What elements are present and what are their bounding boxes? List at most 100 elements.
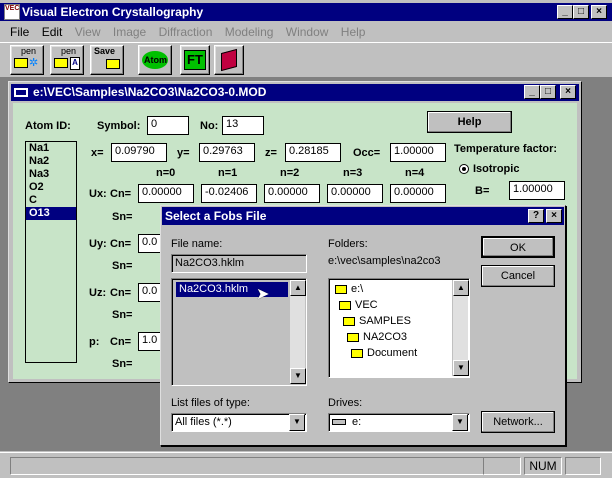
folder-tree-scrollbar[interactable]: ▲ ▼ [452,280,469,376]
no-field[interactable]: 13 [222,116,264,135]
symbol-field[interactable]: 0 [147,116,189,135]
mouse-cursor-icon: ➤ [256,286,270,303]
menu-diffraction[interactable]: Diffraction [159,25,213,39]
atom-list[interactable]: Na1 Na2 Na3 O2 C O13 [25,141,77,363]
model-close-button[interactable]: × [560,85,576,99]
list-item[interactable]: Na1 [26,142,76,155]
uz-cn-label: Cn= [110,287,132,299]
p-sn-label: Sn= [112,358,133,370]
y-field[interactable]: 0.29763 [199,143,255,162]
ux-cn0-field[interactable]: 0.00000 [138,184,194,203]
folder-tree[interactable]: e:\ VEC SAMPLES NA2CO3 Document ▲ ▼ [328,278,470,378]
n2-header: n=2 [280,167,300,179]
scroll-down-arrow-icon[interactable]: ▼ [453,360,469,376]
folder-item[interactable]: e:\ [335,283,363,295]
uy-cn-label: Cn= [110,238,132,250]
help-button[interactable]: Help [427,111,512,133]
list-item[interactable]: Na2 [26,155,76,168]
toolbar: pen ✲ pen A Save Atom FT [0,42,612,76]
list-item[interactable]: Na3 [26,168,76,181]
app-icon[interactable]: VEC [4,4,20,20]
ux-cn-label: Cn= [110,188,132,200]
cancel-button[interactable]: Cancel [481,265,555,287]
menu-modeling[interactable]: Modeling [225,25,274,39]
select-fobs-dialog: Select a Fobs File ? × File name: Na2CO3… [160,205,566,446]
list-item[interactable]: O2 [26,181,76,194]
cancel-button-label: Cancel [500,270,536,282]
model-window-title: e:\VEC\Samples\Na2CO3\Na2CO3-0.MOD [33,85,267,99]
folder-item[interactable]: VEC [339,299,378,311]
file-list[interactable]: Na2CO3.hklm ➤ ▲ ▼ [171,278,307,386]
app-title: Visual Electron Crystallography [22,5,204,19]
isotropic-radio[interactable] [459,164,469,174]
scroll-up-arrow-icon[interactable]: ▲ [453,280,469,296]
folder-item-label: e:\ [351,283,364,295]
chevron-down-icon[interactable]: ▼ [289,414,305,431]
file-type-select[interactable]: All files (*.*) ▼ [171,413,307,432]
menu-help[interactable]: Help [341,25,366,39]
file-list-scrollbar[interactable]: ▲ ▼ [289,280,306,384]
folder-item[interactable]: SAMPLES [343,315,411,327]
ft-button[interactable]: FT [180,45,210,75]
folders-path: e:\vec\samples\na2co3 [328,255,441,267]
uz-sn-label: Sn= [112,309,133,321]
menu-view[interactable]: View [75,25,101,39]
app-titlebar: VEC Visual Electron Crystallography _ □ … [0,3,612,21]
dialog-close-button[interactable]: × [546,209,562,223]
drive-icon [332,419,346,426]
menu-window[interactable]: Window [286,25,329,39]
close-button[interactable]: × [591,5,607,19]
menu-edit[interactable]: Edit [42,25,63,39]
folder-item[interactable]: NA2CO3 [347,331,407,343]
maximize-button[interactable]: □ [573,5,589,19]
save-button[interactable]: Save [90,45,124,75]
folder-item-label: VEC [355,299,378,311]
folder-item-label: SAMPLES [359,315,411,327]
uz-label: Uz: [89,287,107,299]
ux-cn3-field[interactable]: 0.00000 [327,184,383,203]
menu-image[interactable]: Image [113,25,146,39]
atom-id-label: Atom ID: [25,120,71,132]
ok-button[interactable]: OK [481,236,555,258]
ux-cn1-field[interactable]: -0.02406 [201,184,257,203]
book-button[interactable] [214,45,244,75]
b-label: B= [475,185,490,197]
z-field[interactable]: 0.28185 [285,143,341,162]
ux-cn2-field[interactable]: 0.00000 [264,184,320,203]
folder-item-label: NA2CO3 [363,331,408,343]
file-list-item-label: Na2CO3.hklm [179,283,249,295]
open-image-button[interactable]: pen ✲ [10,45,44,75]
model-minimize-button[interactable]: _ [524,85,540,99]
minimize-button[interactable]: _ [557,5,573,19]
model-maximize-button[interactable]: □ [540,85,556,99]
atom-button[interactable]: Atom [138,45,172,75]
scroll-up-arrow-icon[interactable]: ▲ [290,280,306,296]
file-list-item-selected[interactable]: Na2CO3.hklm [176,282,288,297]
file-name-label: File name: [171,238,223,250]
network-button[interactable]: Network... [481,411,555,433]
save-label: Save [94,46,116,56]
occ-field[interactable]: 1.00000 [390,143,446,162]
menu-bar: File Edit View Image Diffraction Modelin… [10,24,374,40]
file-name-input[interactable]: Na2CO3.hklm [171,254,307,273]
list-item[interactable]: C [26,194,76,207]
temperature-factor-label: Temperature factor: [454,143,558,155]
folder-icon [54,58,68,68]
menu-file[interactable]: File [10,25,29,39]
folder-item[interactable]: Document [351,347,417,359]
dialog-help-button[interactable]: ? [528,209,544,223]
chevron-down-icon[interactable]: ▼ [452,414,468,431]
x-field[interactable]: 0.09790 [111,143,167,162]
ux-cn4-field[interactable]: 0.00000 [390,184,446,203]
open-model-button[interactable]: pen A [50,45,84,75]
drives-select[interactable]: e: ▼ [328,413,470,432]
ux-sn-label: Sn= [112,211,133,223]
network-button-label: Network... [493,416,543,428]
document-icon[interactable] [14,88,28,97]
status-num: NUM [524,457,562,475]
list-item-selected[interactable]: O13 [26,207,76,220]
ok-button-label: OK [510,242,526,254]
b-field[interactable]: 1.00000 [509,181,565,200]
scroll-down-arrow-icon[interactable]: ▼ [290,368,306,384]
model-window-titlebar: e:\VEC\Samples\Na2CO3\Na2CO3-0.MOD _ □ × [11,84,579,101]
